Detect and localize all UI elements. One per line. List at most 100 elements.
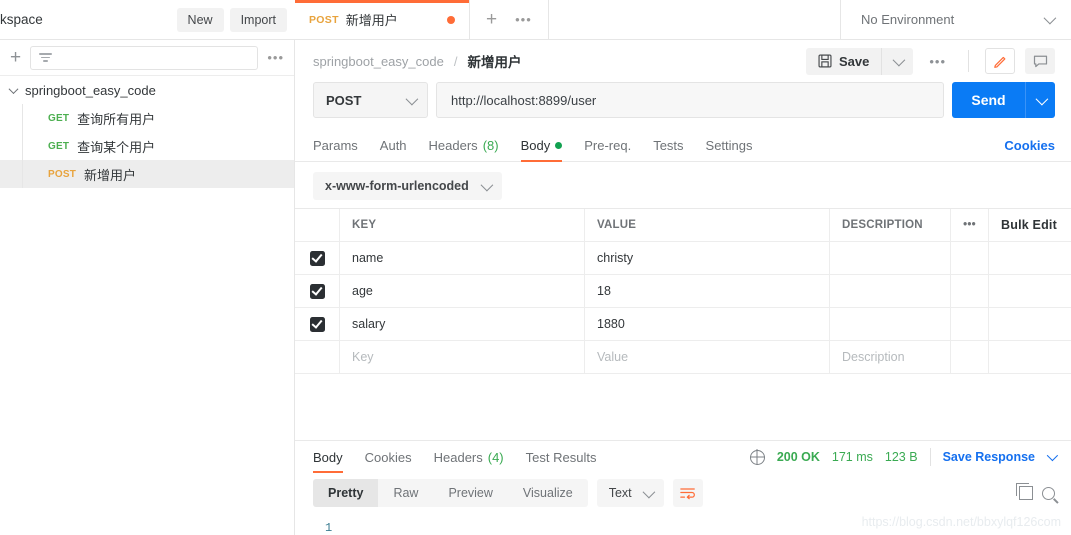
tab-label: Headers	[428, 138, 478, 153]
view-mode-preview[interactable]: Preview	[433, 479, 507, 507]
new-tab-plus-icon[interactable]: +	[486, 10, 497, 29]
chevron-down-icon	[1035, 92, 1049, 105]
table-row[interactable]: name christy	[295, 242, 1071, 275]
http-method-value: POST	[326, 92, 362, 108]
sidebar-more-ellipsis-icon[interactable]: •••	[267, 50, 284, 65]
tab-body[interactable]: Body	[520, 130, 563, 162]
new-row-value-input[interactable]: Value	[585, 341, 830, 373]
tab-label: Test Results	[525, 449, 597, 465]
response-tab-test-results[interactable]: Test Results	[526, 441, 597, 473]
row-value[interactable]: 18	[585, 275, 830, 307]
send-options-button[interactable]	[1025, 82, 1055, 118]
tab-settings[interactable]: Settings	[706, 130, 753, 162]
tab-auth[interactable]: Auth	[380, 130, 407, 162]
sidebar-add-plus-icon[interactable]: +	[10, 48, 21, 67]
request-tab-title: 新增用户	[345, 13, 398, 28]
chevron-down-icon	[1043, 11, 1057, 25]
new-row-key-input[interactable]: Key	[340, 341, 585, 373]
breadcrumb-request: 新增用户	[467, 55, 522, 70]
row-key[interactable]: salary	[340, 308, 585, 340]
environment-selector[interactable]: No Environment	[840, 0, 1071, 40]
sidebar-request-0[interactable]: GET 查询所有用户	[0, 104, 294, 132]
sidebar-request-2[interactable]: POST 新增用户	[0, 160, 294, 188]
breadcrumb-bar: springboot_easy_code / 新增用户 Save •••	[295, 40, 1071, 82]
search-icon[interactable]	[1042, 486, 1055, 500]
response-view-mode-group: Pretty Raw Preview Visualize	[313, 479, 588, 507]
import-button[interactable]: Import	[229, 7, 287, 32]
table-row[interactable]: salary 1880	[295, 308, 1071, 341]
header-key: KEY	[340, 209, 585, 241]
response-view-toolbar: Pretty Raw Preview Visualize Text	[295, 473, 1071, 513]
url-input[interactable]: http://localhost:8899/user	[436, 82, 944, 118]
sidebar-request-1[interactable]: GET 查询某个用户	[0, 132, 294, 160]
row-value[interactable]: christy	[585, 242, 830, 274]
response-tab-body[interactable]: Body	[313, 441, 343, 473]
table-row[interactable]: age 18	[295, 275, 1071, 308]
response-tab-cookies[interactable]: Cookies	[365, 441, 412, 473]
save-response-button[interactable]: Save Response	[943, 450, 1035, 464]
response-body-viewer[interactable]: 1	[295, 513, 1071, 535]
response-format-select[interactable]: Text	[596, 479, 664, 507]
chevron-down-icon	[892, 53, 906, 66]
row-checkbox[interactable]	[309, 316, 325, 332]
tab-pre-request[interactable]: Pre-req.	[584, 130, 631, 162]
response-time: 171 ms	[831, 450, 873, 464]
view-mode-visualize[interactable]: Visualize	[508, 479, 588, 507]
tab-label: Body	[520, 138, 551, 153]
response-pane: Body Cookies Headers (4) Test Results 20…	[295, 440, 1071, 535]
table-new-row[interactable]: Key Value Description	[295, 341, 1071, 374]
response-tab-headers[interactable]: Headers (4)	[434, 441, 504, 473]
request-more-ellipsis-icon[interactable]: •••	[923, 54, 952, 69]
postman-window: kspace New Import POST 新增用户 + ••• No Env…	[0, 0, 1071, 535]
new-row-description-input[interactable]: Description	[830, 341, 951, 373]
main-area: + ••• springboot_easy_code GET 查询所有用户 GE…	[0, 40, 1071, 535]
tab-more-ellipsis-icon[interactable]: •••	[515, 12, 532, 27]
tab-label: Cookies	[364, 449, 412, 465]
tab-headers[interactable]: Headers (8)	[429, 130, 499, 162]
row-value[interactable]: 1880	[585, 308, 830, 340]
request-method-badge: GET	[48, 140, 70, 152]
row-description[interactable]	[830, 308, 951, 340]
tab-label: Tests	[653, 138, 684, 153]
chevron-down-icon[interactable]	[1046, 449, 1059, 462]
line-number: 1	[325, 521, 333, 535]
send-button[interactable]: Send	[952, 82, 1025, 118]
save-dropdown-button[interactable]	[881, 47, 914, 75]
cookies-link[interactable]: Cookies	[1004, 138, 1055, 153]
body-type-select[interactable]: x-www-form-urlencoded	[313, 172, 502, 200]
request-tab[interactable]: POST 新增用户	[295, 0, 470, 39]
sidebar-collection-springboot-easy-code[interactable]: springboot_easy_code	[0, 76, 294, 104]
table-more-ellipsis-icon[interactable]: •••	[951, 209, 989, 241]
body-present-dot-icon	[555, 142, 563, 149]
http-method-select[interactable]: POST	[313, 82, 428, 118]
save-button[interactable]: Save	[805, 47, 882, 75]
row-key[interactable]: name	[340, 242, 585, 274]
sidebar-filter-input[interactable]	[30, 45, 259, 70]
response-tabs: Body Cookies Headers (4) Test Results 20…	[295, 441, 1071, 473]
bulk-edit-link[interactable]: Bulk Edit	[989, 209, 1071, 241]
view-mode-raw[interactable]: Raw	[378, 479, 433, 507]
copy-icon[interactable]	[1016, 483, 1033, 500]
row-checkbox[interactable]	[309, 250, 325, 266]
breadcrumb-collection[interactable]: springboot_easy_code	[313, 54, 444, 69]
top-bar: kspace New Import POST 新增用户 + ••• No Env…	[0, 0, 1071, 40]
edit-pencil-button[interactable]	[985, 48, 1015, 74]
tab-count: (4)	[487, 449, 504, 465]
tab-label: Headers	[433, 449, 483, 465]
row-checkbox[interactable]	[309, 283, 325, 299]
view-mode-pretty[interactable]: Pretty	[313, 479, 379, 507]
row-description[interactable]	[830, 275, 951, 307]
row-description[interactable]	[830, 242, 951, 274]
body-type-value: x-www-form-urlencoded	[325, 179, 469, 193]
tab-tests[interactable]: Tests	[653, 130, 683, 162]
response-format-value: Text	[608, 486, 632, 500]
tab-label: Pre-req.	[584, 138, 632, 153]
new-button[interactable]: New	[176, 7, 224, 32]
comment-button[interactable]	[1025, 48, 1055, 74]
tab-label: Settings	[705, 138, 753, 153]
workspace-bar: kspace New Import	[0, 0, 295, 40]
row-key[interactable]: age	[340, 275, 585, 307]
word-wrap-button[interactable]	[672, 479, 703, 507]
tab-params[interactable]: Params	[313, 130, 358, 162]
row-spacer	[951, 341, 989, 373]
